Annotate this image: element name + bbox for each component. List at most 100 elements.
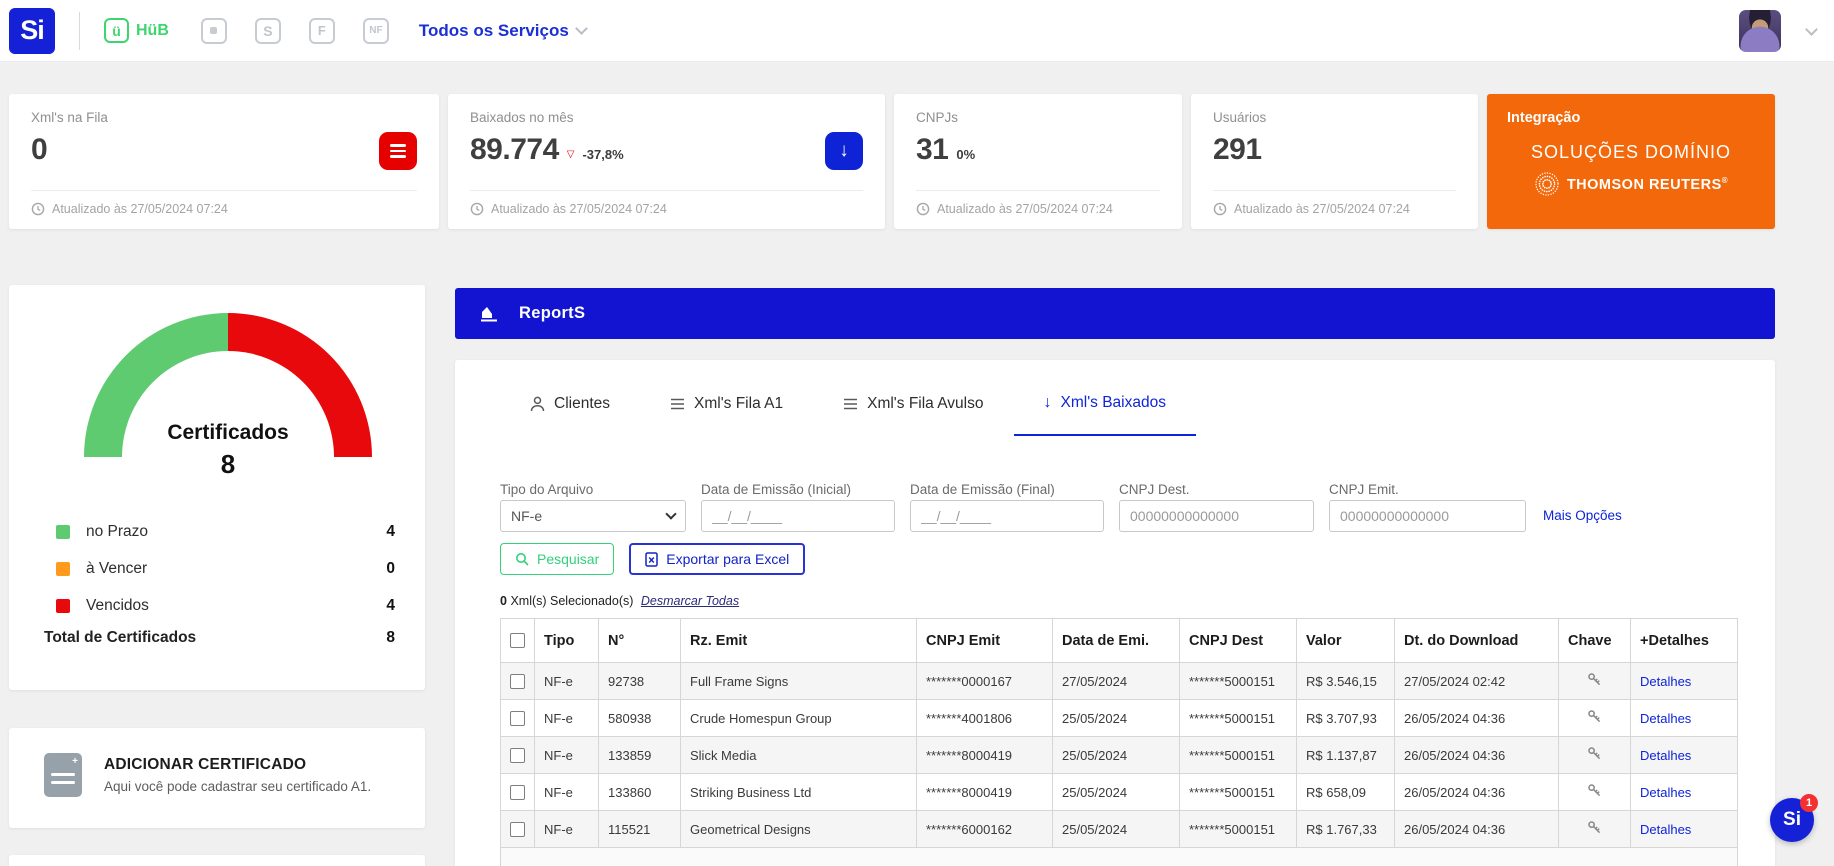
app-nf-icon[interactable]: NF (362, 17, 389, 44)
detalhes-link[interactable]: Detalhes (1640, 711, 1691, 726)
arrow-down-icon: ↓ (1043, 394, 1052, 411)
tab-xmls-fila-a1[interactable]: Xml's Fila A1 (640, 386, 813, 436)
cell-cnpj_dest: *******5000151 (1179, 699, 1297, 737)
row-checkbox[interactable] (510, 711, 525, 727)
tab-clientes[interactable]: Clientes (500, 386, 640, 436)
integration-banner[interactable]: Integração SOLUÇÕES DOMÍNIO THOMSON REUT… (1487, 94, 1775, 229)
hub-icon: ü (104, 18, 129, 43)
detalhes-link[interactable]: Detalhes (1640, 674, 1691, 689)
card-usuarios: Usuários 291 Atualizado às 27/05/2024 07… (1191, 94, 1478, 229)
xmls-table: Tipo N° Rz. Emit CNPJ Emit Data de Emi. … (500, 618, 1738, 866)
header-dt-download: Dt. do Download (1394, 618, 1559, 663)
trend-down-icon: ▽ (566, 149, 575, 160)
cell-data_emi: 25/05/2024 (1052, 699, 1180, 737)
card-updated: Atualizado às 27/05/2024 07:24 (491, 202, 667, 216)
cell-dt_download: 26/05/2024 04:36 (1394, 810, 1559, 848)
add-certificate-title: ADICIONAR CERTIFICADO (104, 756, 307, 773)
services-selector[interactable]: Todos os Serviços (419, 21, 588, 41)
row-checkbox[interactable] (510, 674, 525, 690)
cnpj-dest-input[interactable] (1119, 500, 1314, 532)
cell-valor: R$ 3.546,15 (1296, 662, 1395, 700)
data-final-input[interactable] (910, 500, 1104, 532)
cell-chave (1558, 699, 1631, 737)
total-certificates-value: 8 (386, 629, 395, 646)
key-icon[interactable] (1587, 709, 1602, 724)
tab-label: Clientes (554, 395, 610, 412)
cell-tipo: NF-e (534, 662, 599, 700)
cell-valor: R$ 1.767,33 (1296, 810, 1395, 848)
user-avatar[interactable] (1739, 10, 1781, 52)
row-checkbox[interactable] (510, 785, 525, 801)
select-all-checkbox[interactable] (510, 633, 525, 649)
cell-tipo: NF-e (534, 699, 599, 737)
divider (79, 11, 80, 50)
app-switcher: S F NF (200, 17, 389, 44)
detalhes-link[interactable]: Detalhes (1640, 785, 1691, 800)
exportar-excel-button[interactable]: Exportar para Excel (629, 543, 806, 575)
card-xmls-na-fila: Xml's na Fila 0 Atualizado às 27/05/2024… (9, 94, 439, 229)
legend-value: 4 (386, 596, 395, 614)
app-f-icon[interactable]: F (308, 17, 335, 44)
clock-icon (470, 202, 484, 216)
gauge-title: Certificados (167, 421, 289, 444)
download-button[interactable]: ↓ (825, 132, 863, 170)
chevron-down-icon (574, 22, 588, 35)
cell-tipo: NF-e (534, 810, 599, 848)
profile-chevron-down-icon[interactable] (1805, 22, 1818, 36)
desmarcar-todas-link[interactable]: Desmarcar Todas (641, 594, 739, 608)
add-certificate-subtitle: Aqui você pode cadastrar seu certificado… (104, 779, 372, 794)
cell-rz_emit: Geometrical Designs (680, 810, 917, 848)
si-chat-button[interactable]: Si 1 (1770, 794, 1818, 842)
card-cnpjs: CNPJs 31 0% Atualizado às 27/05/2024 07:… (894, 94, 1182, 229)
exportar-label: Exportar para Excel (666, 551, 790, 567)
cell-data_emi: 25/05/2024 (1052, 736, 1180, 774)
header-cnpj-emit: CNPJ Emit (916, 618, 1053, 663)
legend-swatch-green (56, 524, 70, 539)
app-dot-icon[interactable] (200, 17, 227, 44)
legend-swatch-red (56, 598, 70, 613)
card-suffix: 0% (956, 147, 976, 162)
cell-cnpj_dest: *******5000151 (1179, 810, 1297, 848)
key-icon[interactable] (1587, 820, 1602, 835)
cutoff-panel (9, 855, 425, 866)
header-cnpj-dest: CNPJ Dest (1179, 618, 1297, 663)
selection-count: 0 (500, 594, 507, 608)
app-s-icon[interactable]: S (254, 17, 281, 44)
cell-detalhes: Detalhes (1630, 773, 1738, 811)
legend-item: no Prazo 4 (56, 513, 395, 550)
hub-link[interactable]: ü HüB (104, 18, 169, 43)
legend-item: à Vencer 0 (56, 550, 395, 587)
cell-dt_download: 26/05/2024 04:36 (1394, 736, 1559, 774)
row-checkbox[interactable] (510, 822, 525, 838)
integration-title: Integração (1507, 110, 1581, 126)
tab-xmls-fila-avulso[interactable]: Xml's Fila Avulso (813, 386, 1013, 436)
add-certificate-card[interactable]: + ADICIONAR CERTIFICADO Aqui você pode c… (9, 728, 425, 828)
pesquisar-button[interactable]: Pesquisar (500, 543, 615, 575)
cell-detalhes: Detalhes (1630, 662, 1738, 700)
card-value: 0 (31, 133, 48, 166)
row-checkbox[interactable] (510, 748, 525, 764)
tab-label: Xml's Fila A1 (694, 395, 784, 412)
reports-title: ReportS (519, 304, 586, 322)
cell-cnpj_emit: *******0000167 (916, 662, 1053, 700)
key-icon[interactable] (1587, 783, 1602, 798)
header-rz-emit: Rz. Emit (680, 618, 917, 663)
tab-xmls-baixados[interactable]: ↓ Xml's Baixados (1013, 386, 1196, 436)
si-logo[interactable]: Si (9, 7, 55, 54)
cell-dt_download: 26/05/2024 04:36 (1394, 773, 1559, 811)
cell-chave (1558, 662, 1631, 700)
key-icon[interactable] (1587, 672, 1602, 687)
mais-opcoes-link[interactable]: Mais Opções (1543, 508, 1622, 523)
cell-dt_download: 26/05/2024 04:36 (1394, 699, 1559, 737)
card-value: 31 (916, 133, 949, 166)
detalhes-link[interactable]: Detalhes (1640, 822, 1691, 837)
cell-chave (1558, 736, 1631, 774)
cnpj-emit-input[interactable] (1329, 500, 1526, 532)
clock-icon (31, 202, 45, 216)
tipo-arquivo-select[interactable]: NF-e (500, 500, 686, 532)
queue-menu-button[interactable] (379, 132, 417, 170)
search-icon (516, 553, 529, 566)
data-inicial-input[interactable] (701, 500, 895, 532)
detalhes-link[interactable]: Detalhes (1640, 748, 1691, 763)
key-icon[interactable] (1587, 746, 1602, 761)
